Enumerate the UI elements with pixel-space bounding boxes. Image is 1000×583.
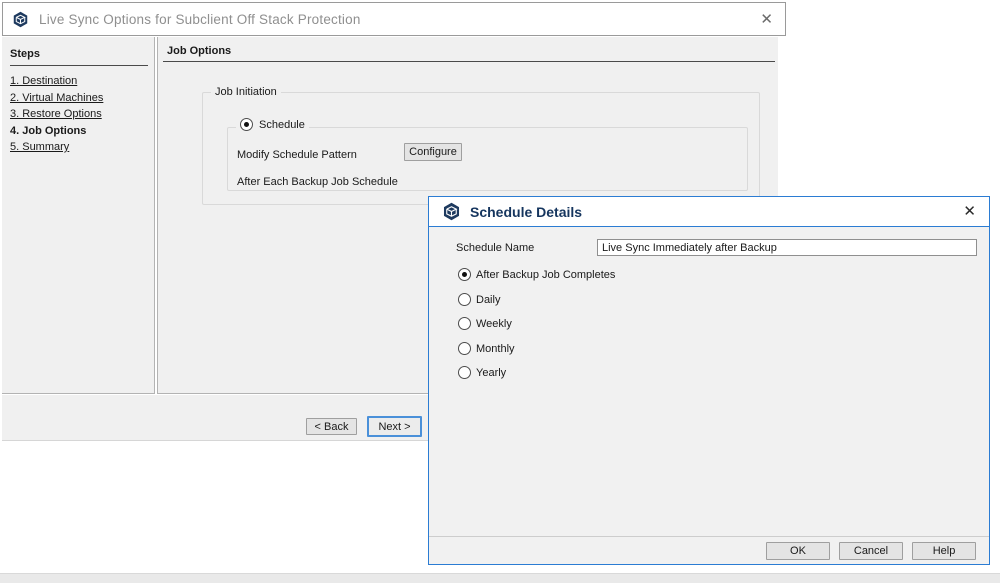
- after-each-backup-label: After Each Backup Job Schedule: [237, 176, 398, 188]
- help-button[interactable]: Help: [912, 541, 976, 560]
- schedule-radio-group: Schedule: [236, 118, 309, 131]
- job-options-header: Job Options: [167, 45, 232, 57]
- modify-schedule-pattern-label: Modify Schedule Pattern: [237, 149, 357, 161]
- step-item-virtual-machines[interactable]: 2. Virtual Machines: [10, 92, 146, 104]
- wizard-title: Live Sync Options for Subclient Off Stac…: [39, 11, 361, 27]
- dialog-footer: OK Cancel Help: [429, 536, 989, 564]
- configure-button[interactable]: Configure: [404, 143, 462, 161]
- step-item-restore-options[interactable]: 3. Restore Options: [10, 108, 146, 120]
- page-bottom-strip: [0, 573, 1000, 583]
- schedule-radio-label: Schedule: [259, 118, 305, 131]
- radio-yearly[interactable]: [458, 366, 471, 379]
- step-item-summary[interactable]: 5. Summary: [10, 141, 146, 153]
- ok-button[interactable]: OK: [766, 541, 830, 560]
- schedule-details-dialog: Schedule Details ✕ Schedule Name After B…: [428, 196, 990, 565]
- step-item-destination[interactable]: 1. Destination: [10, 75, 146, 87]
- dialog-titlebar: Schedule Details ✕: [429, 197, 989, 227]
- radio-monthly[interactable]: [458, 342, 471, 355]
- close-icon[interactable]: ✕: [963, 204, 976, 219]
- cancel-button[interactable]: Cancel: [839, 541, 903, 560]
- screen: Live Sync Options for Subclient Off Stac…: [0, 0, 1000, 583]
- radio-after-backup[interactable]: [458, 268, 471, 281]
- app-logo-icon: [12, 11, 29, 28]
- app-logo-icon: [442, 202, 461, 221]
- step-item-job-options-current: 4. Job Options: [10, 124, 87, 137]
- steps-panel: Steps 1. Destination 2. Virtual Machines…: [2, 37, 155, 394]
- option-weekly[interactable]: Weekly: [458, 317, 512, 330]
- schedule-radio[interactable]: [240, 118, 253, 131]
- job-initiation-groupbox: Job Initiation Schedule Modify Schedule …: [202, 86, 760, 205]
- option-monthly[interactable]: Monthly: [458, 342, 515, 355]
- wizard-titlebar: Live Sync Options for Subclient Off Stac…: [2, 2, 786, 36]
- dialog-title: Schedule Details: [470, 203, 583, 220]
- radio-weekly[interactable]: [458, 317, 471, 330]
- option-after-backup-job-completes[interactable]: After Backup Job Completes: [458, 268, 615, 281]
- option-yearly[interactable]: Yearly: [458, 366, 506, 379]
- schedule-name-label: Schedule Name: [456, 242, 535, 254]
- steps-list: 1. Destination 2. Virtual Machines 3. Re…: [2, 66, 154, 153]
- schedule-groupbox: Schedule Modify Schedule Pattern Configu…: [227, 118, 748, 191]
- schedule-name-input[interactable]: [597, 239, 977, 256]
- back-button[interactable]: < Back: [306, 418, 357, 435]
- job-options-header-rule: [163, 61, 775, 62]
- job-initiation-legend: Job Initiation: [211, 86, 281, 98]
- option-daily[interactable]: Daily: [458, 293, 500, 306]
- dialog-body: Schedule Name After Backup Job Completes…: [429, 228, 989, 536]
- close-icon[interactable]: ✕: [760, 12, 773, 27]
- steps-header: Steps: [10, 48, 40, 60]
- radio-daily[interactable]: [458, 293, 471, 306]
- next-button[interactable]: Next >: [367, 416, 422, 437]
